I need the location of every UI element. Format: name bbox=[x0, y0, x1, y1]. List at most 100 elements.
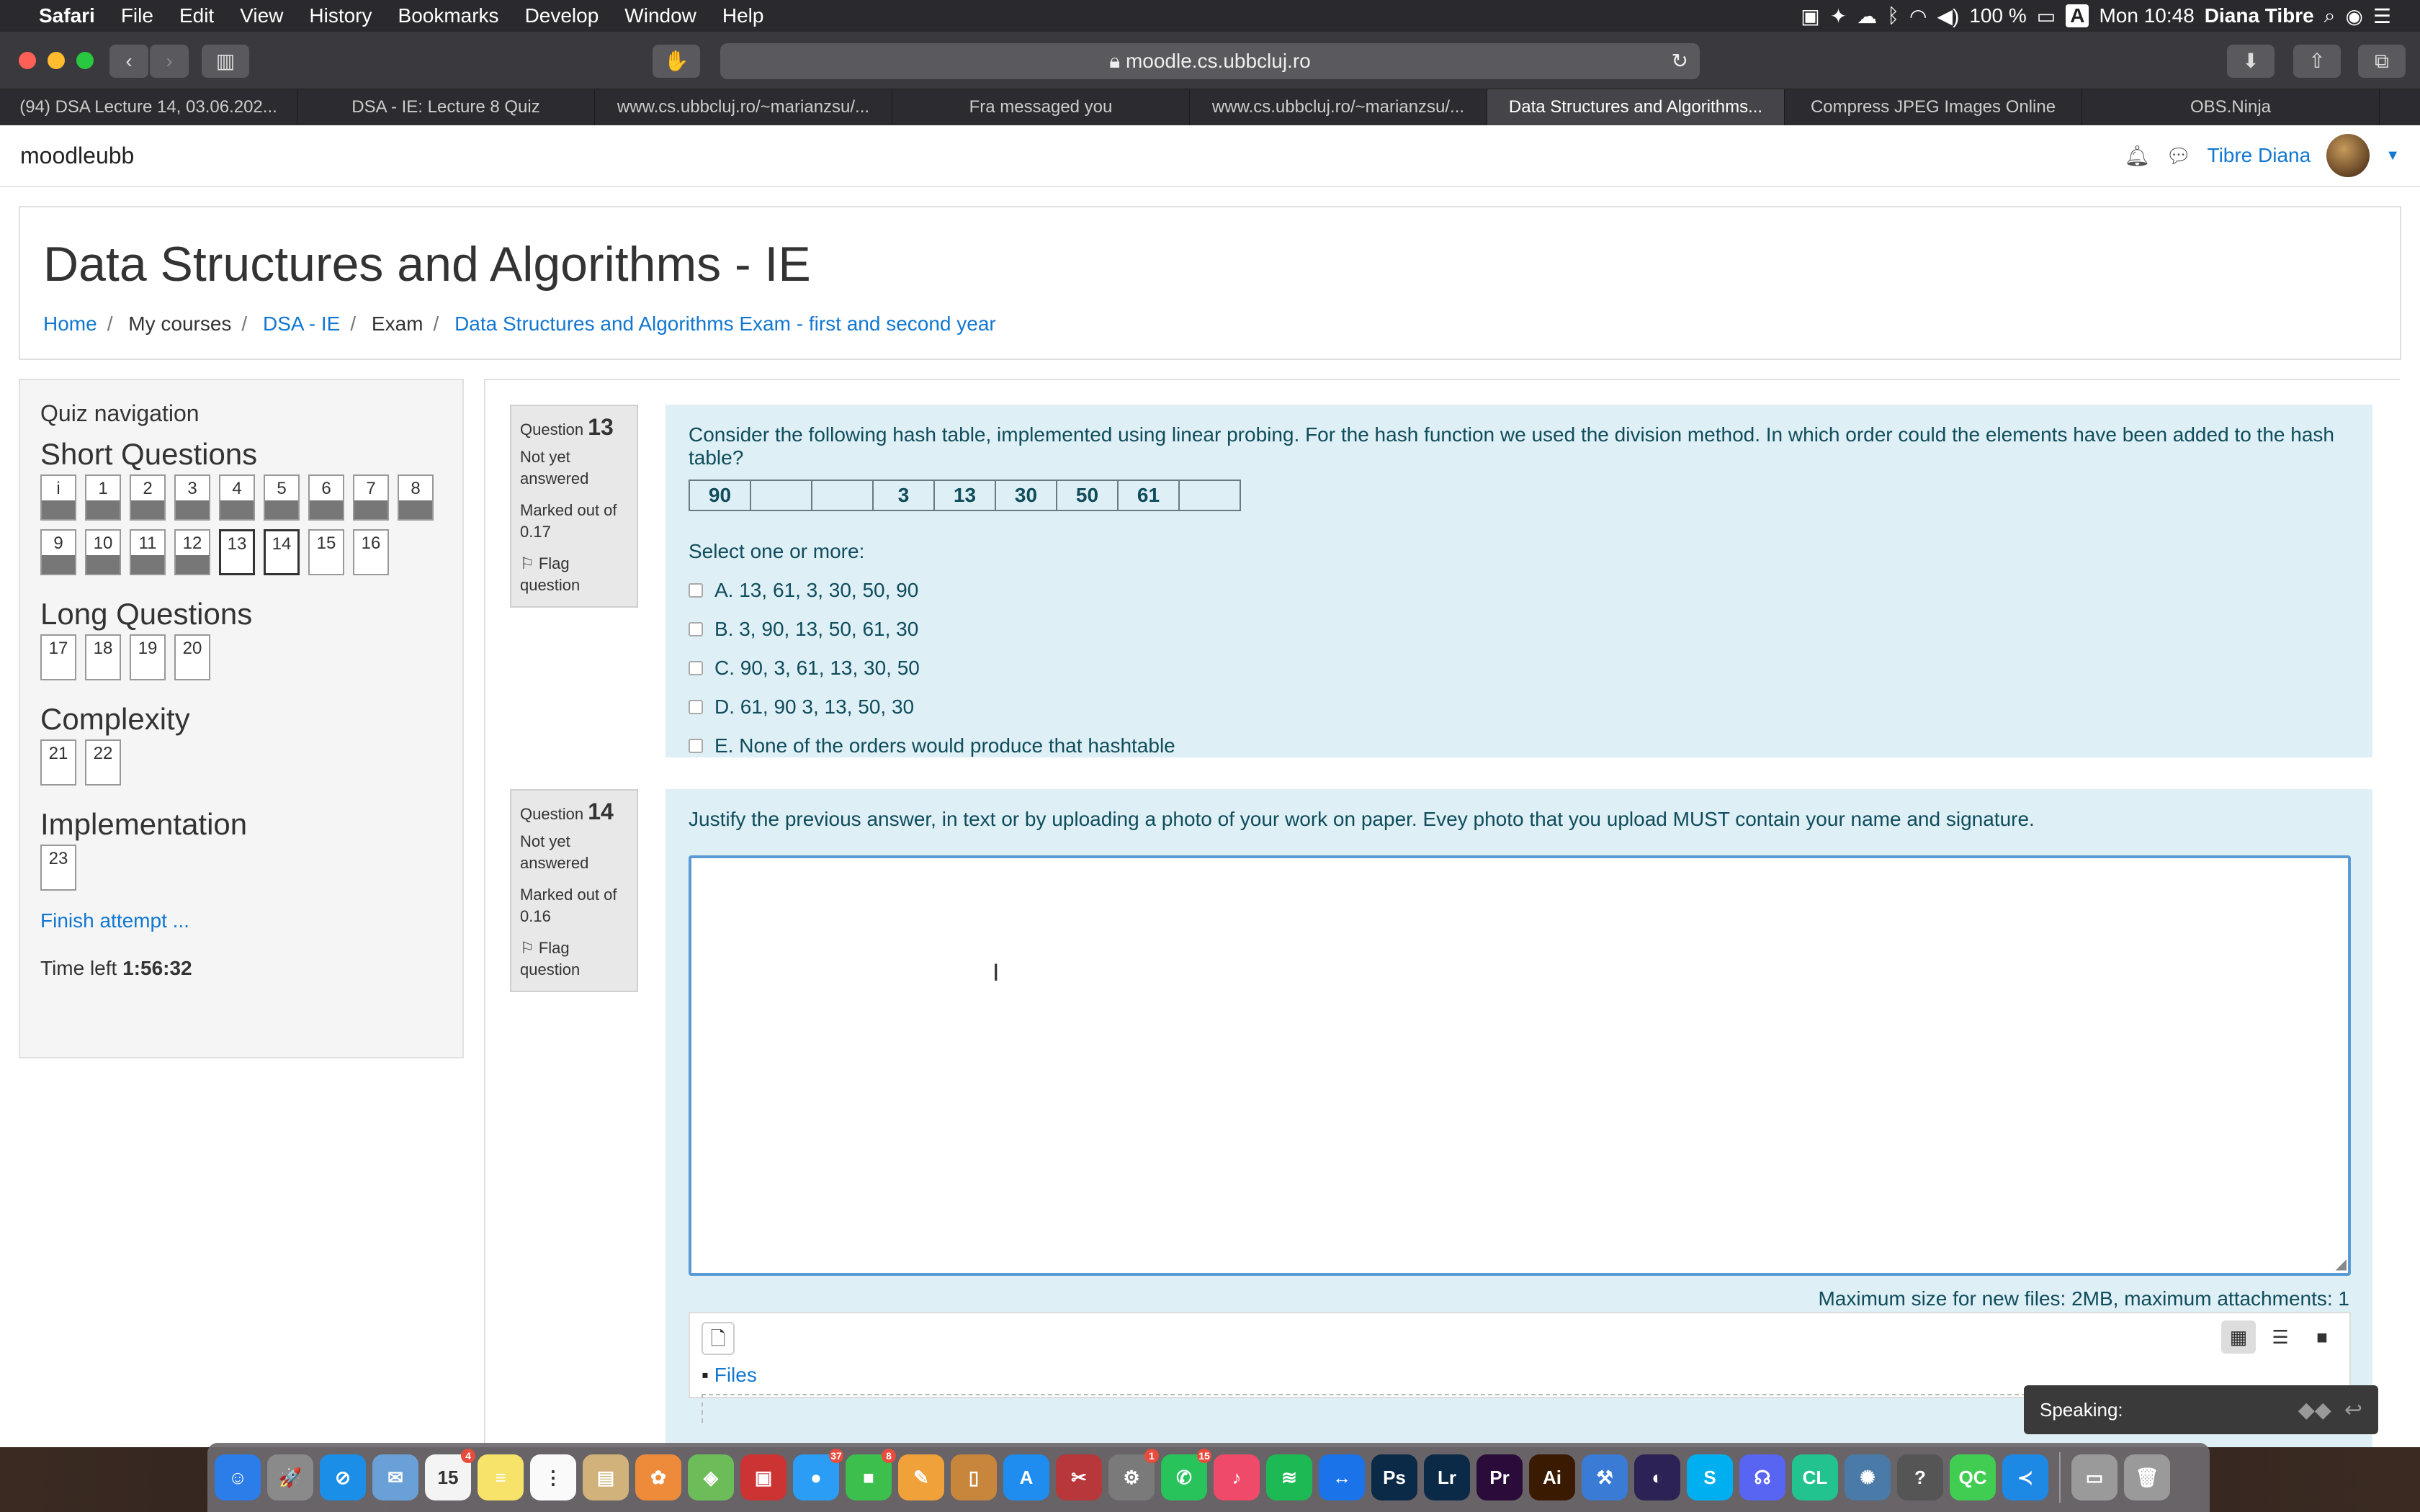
battery-text[interactable]: 100 % bbox=[1969, 4, 2026, 27]
browser-tab[interactable]: (94) DSA Lecture 14, 03.06.202... bbox=[0, 89, 297, 125]
music-icon[interactable]: ♪ bbox=[1214, 1454, 1260, 1500]
browser-tab[interactable]: OBS.Ninja bbox=[2082, 89, 2380, 125]
vpn-icon[interactable]: ✺ bbox=[1845, 1454, 1891, 1500]
quiz-question-button[interactable]: 1 bbox=[85, 474, 121, 521]
siri-icon[interactable]: ◉ bbox=[2345, 4, 2362, 28]
answer-checkbox[interactable] bbox=[689, 700, 703, 714]
browser-tab[interactable]: Compress JPEG Images Online bbox=[1785, 89, 2082, 125]
browser-tab[interactable]: www.cs.ubbcluj.ro/~marianzsu/... bbox=[1190, 89, 1487, 125]
bluetooth-icon[interactable]: ᛒ bbox=[1887, 4, 1899, 27]
eclipse-icon[interactable]: ◐ bbox=[1634, 1454, 1680, 1500]
battery-icon[interactable]: ▭ bbox=[2037, 4, 2056, 28]
close-window-button[interactable] bbox=[19, 52, 36, 69]
grid-view-icon[interactable]: ▦ bbox=[2221, 1320, 2256, 1354]
photo-editor-icon[interactable]: ✂ bbox=[1056, 1454, 1102, 1500]
answer-textarea[interactable]: I ◢ bbox=[689, 855, 2351, 1276]
quiz-question-button[interactable]: 8 bbox=[398, 474, 434, 521]
menu-file[interactable]: File bbox=[108, 4, 166, 27]
resize-handle-icon[interactable]: ◢ bbox=[2336, 1255, 2347, 1273]
maps-icon[interactable]: ◈ bbox=[688, 1454, 734, 1500]
notes2-icon[interactable]: ▤ bbox=[583, 1454, 629, 1500]
illustrator-icon[interactable]: Ai bbox=[1529, 1454, 1575, 1500]
back-button[interactable]: ‹ bbox=[109, 45, 148, 78]
zoom-window-button[interactable] bbox=[76, 52, 94, 69]
folder-view-icon[interactable]: ■ bbox=[2305, 1320, 2339, 1354]
help-icon[interactable]: ? bbox=[1897, 1454, 1943, 1500]
finish-attempt-link[interactable]: Finish attempt ... bbox=[40, 909, 442, 932]
control-center-icon[interactable]: ☰ bbox=[2373, 4, 2391, 28]
creative-cloud-icon[interactable]: ☁ bbox=[1857, 4, 1877, 28]
quiz-question-button[interactable]: 20 bbox=[174, 634, 210, 680]
vscode-icon[interactable]: ≺ bbox=[2002, 1454, 2048, 1500]
quiz-question-button[interactable]: 5 bbox=[264, 474, 300, 521]
quiz-question-button[interactable]: 3 bbox=[174, 474, 210, 521]
wifi-icon[interactable]: ◠ bbox=[1909, 4, 1927, 28]
quiz-question-button[interactable]: 13 bbox=[219, 529, 255, 575]
safari-icon[interactable]: ⊘ bbox=[320, 1454, 366, 1500]
quiz-question-button[interactable]: 10 bbox=[85, 529, 121, 575]
calendar-icon[interactable]: 15 4 bbox=[425, 1449, 475, 1500]
reply-icon[interactable]: ↩ bbox=[2344, 1398, 2362, 1423]
flag-question[interactable]: ⚐ Flag question bbox=[520, 937, 628, 981]
xcode-icon[interactable]: ⚒ bbox=[1582, 1454, 1628, 1500]
site-brand[interactable]: moodleubb bbox=[20, 143, 134, 169]
quiz-question-button[interactable]: 23 bbox=[40, 845, 76, 891]
screen-share-icon[interactable]: ▣ bbox=[1801, 4, 1819, 28]
minimize-window-button[interactable] bbox=[48, 52, 65, 69]
extension-icon[interactable]: ✦ bbox=[1830, 4, 1847, 28]
list-view-icon[interactable]: ☰ bbox=[2263, 1320, 2298, 1354]
clock[interactable]: Mon 10:48 bbox=[2099, 4, 2194, 27]
quiz-question-button[interactable]: 15 bbox=[308, 529, 344, 575]
books-icon[interactable]: ▯ bbox=[951, 1454, 997, 1500]
notes-icon[interactable]: ≡ bbox=[478, 1454, 524, 1500]
finder-icon[interactable]: ☺ bbox=[215, 1454, 261, 1500]
quiz-question-button[interactable]: 12 bbox=[174, 529, 210, 575]
chevron-down-icon[interactable]: ▼ bbox=[2385, 148, 2400, 164]
quiz-question-button[interactable]: 18 bbox=[85, 634, 121, 680]
preview-icon[interactable]: ✉ bbox=[372, 1454, 418, 1500]
files-folder[interactable]: ▪︎ Files bbox=[702, 1364, 757, 1387]
quiz-question-button[interactable]: 16 bbox=[353, 529, 389, 575]
breadcrumb-quiz[interactable]: Data Structures and Algorithms Exam - fi… bbox=[454, 312, 996, 335]
input-source[interactable]: A bbox=[2066, 4, 2089, 27]
answer-checkbox[interactable] bbox=[689, 739, 703, 753]
system-prefs-icon[interactable]: ⚙ 1 bbox=[1108, 1449, 1159, 1500]
quiz-question-button[interactable]: 9 bbox=[40, 529, 76, 575]
premiere-icon[interactable]: Pr bbox=[1476, 1454, 1523, 1500]
bell-icon[interactable]: 🔔︎ bbox=[2124, 144, 2150, 168]
message-icon[interactable]: 💬︎ bbox=[2166, 144, 2192, 168]
answer-option[interactable]: D. 61, 90 3, 13, 50, 30 bbox=[689, 696, 2349, 719]
spotify-icon[interactable]: ≋ bbox=[1266, 1454, 1312, 1500]
quiz-question-button[interactable]: 6 bbox=[308, 474, 344, 521]
quiz-question-button[interactable]: 22 bbox=[85, 739, 121, 786]
whatsapp-icon[interactable]: ✆ 15 bbox=[1161, 1449, 1211, 1500]
discord-icon[interactable]: ☊ bbox=[1739, 1454, 1785, 1500]
facetime-icon[interactable]: ■ 8 bbox=[846, 1449, 896, 1500]
answer-checkbox[interactable] bbox=[689, 583, 703, 598]
trash-icon[interactable]: 🗑 bbox=[2124, 1454, 2170, 1500]
quiz-question-button[interactable]: i bbox=[40, 474, 76, 521]
menu-view[interactable]: View bbox=[227, 4, 296, 27]
address-bar[interactable]: 🔒︎ moodle.cs.ubbcluj.ro ↻ bbox=[720, 43, 1700, 79]
tab-overview-button[interactable]: ⧉ bbox=[2358, 45, 2406, 78]
menu-safari[interactable]: Safari bbox=[26, 4, 108, 27]
breadcrumb-course[interactable]: DSA - IE bbox=[263, 312, 340, 335]
photoshop-icon[interactable]: Ps bbox=[1371, 1454, 1417, 1500]
answer-option[interactable]: C. 90, 3, 61, 13, 30, 50 bbox=[689, 657, 2349, 680]
quiz-question-button[interactable]: 17 bbox=[40, 634, 76, 680]
browser-tab[interactable]: www.cs.ubbcluj.ro/~marianzsu/... bbox=[595, 89, 892, 125]
forward-button[interactable]: › bbox=[150, 45, 189, 78]
answer-checkbox[interactable] bbox=[689, 622, 703, 636]
quiz-question-button[interactable]: 4 bbox=[219, 474, 255, 521]
menu-edit[interactable]: Edit bbox=[166, 4, 227, 27]
quiz-question-button[interactable]: 19 bbox=[130, 634, 166, 680]
skype-icon[interactable]: S bbox=[1687, 1454, 1733, 1500]
browser-tab[interactable]: Fra messaged you bbox=[892, 89, 1190, 125]
photos-icon[interactable]: ✿ bbox=[635, 1454, 681, 1500]
quiz-question-button[interactable]: 21 bbox=[40, 739, 76, 786]
menu-help[interactable]: Help bbox=[709, 4, 777, 27]
downloads-button[interactable]: ⬇ bbox=[2227, 45, 2275, 78]
reload-icon[interactable]: ↻ bbox=[1672, 43, 1688, 79]
qt-creator-icon[interactable]: QC bbox=[1950, 1454, 1996, 1500]
user-menu-name[interactable]: Tibre Diana bbox=[2208, 144, 2311, 167]
